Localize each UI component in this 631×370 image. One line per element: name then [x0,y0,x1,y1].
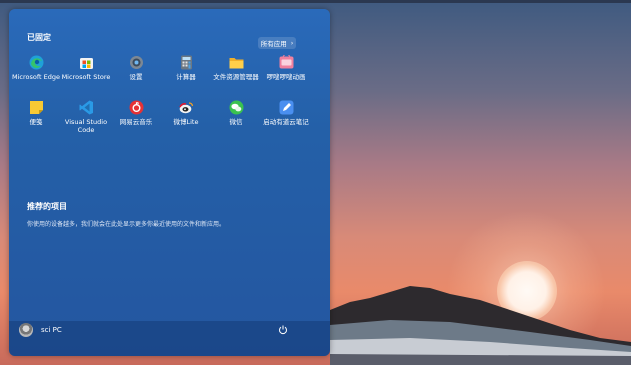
app-label: 啰嗖啰嗖动画 [266,73,306,81]
youdao-note-icon [279,100,294,115]
pinned-app-sticky-notes[interactable]: 便笺 [11,100,61,126]
netease-music-icon [129,100,144,115]
app-label: 微信 [229,118,243,126]
recommended-description: 你使用的设备越多，我们就会在此处显示更多你最近使用的文件和新应用。 [27,221,226,228]
settings-icon [129,55,144,70]
app-label: 设置 [129,73,143,81]
edge-icon [29,55,44,70]
folder-icon [229,55,244,70]
all-apps-label: 所有应用 [260,40,287,48]
pinned-app-bilibili[interactable]: 啰嗖啰嗖动画 [261,54,311,81]
avatar[interactable] [19,323,33,337]
pinned-app-file-explorer[interactable]: 文件资源管理器 [211,55,261,81]
user-name[interactable]: sci PC [41,326,62,334]
sticky-notes-icon [29,100,44,115]
weibo-icon [178,100,194,115]
app-label: 启动有道云笔记 [263,118,309,126]
pinned-app-calculator[interactable]: 计算器 [161,55,211,81]
power-icon[interactable] [278,325,288,335]
calculator-icon [179,55,194,70]
pinned-app-netease-music[interactable]: 网易云音乐 [111,100,161,126]
app-label: 便笺 [29,118,43,126]
pinned-app-edge[interactable]: Microsoft Edge [11,55,61,81]
pinned-section-title: 已固定 [27,33,51,42]
app-label-line1: Visual Studio [64,118,108,126]
bilibili-icon [279,54,294,70]
chevron-right-icon: › [290,39,294,47]
app-label: 计算器 [176,73,196,81]
app-label: 文件资源管理器 [213,73,259,81]
start-menu: 已固定 所有应用 › Microsoft Edge Microsoft Stor… [9,9,330,356]
island-silhouette [330,286,631,365]
app-label: 微博Lite [173,118,199,126]
recommended-section-title: 推荐的项目 [27,202,67,211]
store-icon [79,55,94,70]
pinned-app-settings[interactable]: 设置 [111,55,161,81]
app-label: 网易云音乐 [119,118,153,126]
pinned-app-wechat[interactable]: 微信 [211,100,261,126]
pinned-app-store[interactable]: Microsoft Store [61,55,111,81]
window-top-edge [0,0,631,3]
app-label: Visual Studio Code [61,118,111,134]
vscode-icon [79,100,94,115]
pinned-app-youdao-note[interactable]: 启动有道云笔记 [261,100,311,126]
app-label-line2: Code [77,126,95,134]
pinned-app-vscode[interactable]: Visual Studio Code [61,100,111,134]
app-label: Microsoft Edge [11,73,60,81]
wechat-icon [229,100,244,115]
pinned-app-weibo[interactable]: 微博Lite [161,100,211,126]
all-apps-button[interactable]: 所有应用 › [258,37,296,49]
app-label: Microsoft Store [61,73,111,81]
